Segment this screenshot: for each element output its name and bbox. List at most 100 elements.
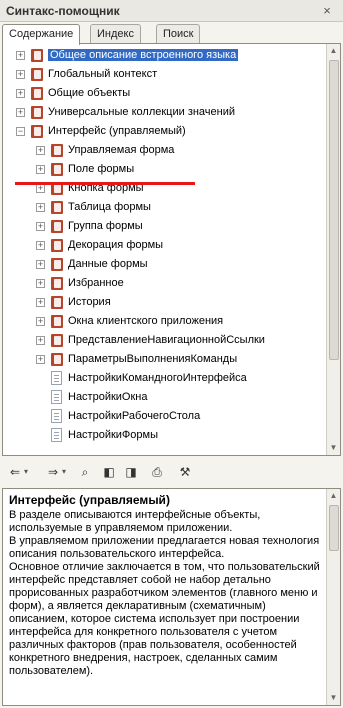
dropdown-arrow-icon[interactable]: ▾	[24, 463, 32, 481]
scroll-up-icon[interactable]: ▲	[327, 44, 340, 58]
title-bar: Синтакс-помощник ×	[0, 0, 343, 22]
tab-contents[interactable]: Содержание	[2, 24, 81, 45]
find-in-tree-icon[interactable]: ⌕	[76, 463, 94, 481]
tree-item[interactable]: + ПараметрыВыполненияКоманды	[3, 351, 325, 369]
description-paragraph: В разделе описываются интерфейсные объек…	[9, 509, 261, 534]
expand-icon[interactable]: +	[36, 260, 45, 269]
print-icon[interactable]: ⎙	[148, 463, 166, 481]
expand-icon[interactable]: +	[36, 241, 45, 250]
tree-item-label: Группа формы	[68, 220, 143, 232]
tree-item-label: ПараметрыВыполненияКоманды	[68, 353, 238, 365]
expand-icon[interactable]: +	[36, 165, 45, 174]
tree-item[interactable]: + Данные формы	[3, 256, 325, 274]
tab-search[interactable]: Поиск	[156, 24, 201, 44]
help-toolbar: ⇐ ▾ ⇒ ▾ ⌕ ◧ ◨ ⎙ ⚒	[2, 458, 341, 486]
book-icon	[51, 315, 63, 328]
expand-icon[interactable]: +	[36, 146, 45, 155]
expand-icon[interactable]: +	[16, 51, 25, 60]
expand-icon[interactable]: +	[36, 355, 45, 364]
page-icon	[51, 390, 62, 404]
scroll-thumb[interactable]	[329, 505, 339, 551]
tree-item[interactable]: + Управляемая форма	[3, 142, 325, 160]
book-icon	[51, 239, 63, 252]
description-title: Интерфейс (управляемый)	[9, 493, 170, 507]
back-icon[interactable]: ⇐	[6, 463, 24, 481]
tree-item[interactable]: НастройкиОкна	[3, 389, 325, 407]
tree-item[interactable]: + Универсальные коллекции значений	[3, 104, 325, 122]
close-icon[interactable]: ×	[319, 3, 335, 19]
expand-icon[interactable]: +	[36, 317, 45, 326]
description-scrollbar[interactable]: ▲ ▼	[326, 489, 340, 705]
scroll-down-icon[interactable]: ▼	[327, 441, 340, 455]
tree-item[interactable]: − Интерфейс (управляемый)	[3, 123, 325, 141]
tree-item-label: НастройкиКомандногоИнтерфейса	[68, 372, 247, 384]
page-icon	[51, 371, 62, 385]
expand-icon[interactable]: +	[16, 89, 25, 98]
tree-item-label: НастройкиОкна	[68, 391, 148, 403]
next-topic-icon[interactable]: ◨	[122, 463, 140, 481]
book-icon	[31, 49, 43, 62]
expand-icon[interactable]: +	[36, 222, 45, 231]
tree-item-label: НастройкиРабочегоСтола	[68, 410, 201, 422]
tree-item-label: Окна клиентского приложения	[68, 315, 224, 327]
tree-item-label: Глобальный контекст	[48, 68, 158, 80]
scroll-up-icon[interactable]: ▲	[327, 489, 340, 503]
tab-strip: Содержание Индекс Поиск	[2, 24, 341, 45]
previous-topic-icon[interactable]: ◧	[100, 463, 118, 481]
tree-item-label: Универсальные коллекции значений	[48, 106, 236, 118]
expand-icon[interactable]: +	[36, 336, 45, 345]
tree-item-label: Поле формы	[68, 163, 135, 175]
tree-item-label: Декорация формы	[68, 239, 164, 251]
page-icon	[51, 409, 62, 423]
tree-item[interactable]: + История	[3, 294, 325, 312]
book-icon	[51, 163, 63, 176]
tree-item-label: ПредставлениеНавигационнойСсылки	[68, 334, 265, 346]
expand-icon[interactable]: +	[16, 70, 25, 79]
book-icon	[31, 106, 43, 119]
tree-item[interactable]: + Глобальный контекст	[3, 66, 325, 84]
contents-tree[interactable]: + Общее описание встроенного языка + Глобал…	[2, 43, 341, 456]
tree-item-label: Данные формы	[68, 258, 148, 270]
topic-description: Интерфейс (управляемый) В разделе описыв…	[2, 488, 341, 706]
scroll-thumb[interactable]	[329, 60, 339, 360]
book-icon	[31, 68, 43, 81]
tree-item[interactable]: + Общие объекты	[3, 85, 325, 103]
description-paragraph: В управляемом приложении предлагается но…	[9, 535, 320, 560]
description-body: В разделе описываются интерфейсные объек…	[9, 509, 321, 678]
tree-item-label: НастройкиФормы	[68, 429, 159, 441]
book-icon	[31, 87, 43, 100]
description-paragraph: Основное отличие заключается в том, что …	[9, 561, 320, 677]
expand-icon[interactable]: +	[36, 298, 45, 307]
settings-icon[interactable]: ⚒	[176, 463, 194, 481]
expand-icon[interactable]: +	[36, 279, 45, 288]
tree-item[interactable]: НастройкиФормы	[3, 427, 325, 445]
tree-item[interactable]: + Общее описание встроенного языка	[3, 47, 325, 65]
forward-icon[interactable]: ⇒	[44, 463, 62, 481]
tree-item[interactable]: + ПредставлениеНавигационнойСсылки	[3, 332, 325, 350]
tree-item[interactable]: + Поле формы	[3, 161, 325, 179]
tree-item[interactable]: НастройкиКомандногоИнтерфейса	[3, 370, 325, 388]
book-icon	[51, 201, 63, 214]
tree-scrollbar[interactable]: ▲ ▼	[326, 44, 340, 455]
collapse-icon[interactable]: −	[16, 127, 25, 136]
book-icon	[51, 353, 63, 366]
expand-icon[interactable]: +	[36, 184, 45, 193]
tree-item[interactable]: + Избранное	[3, 275, 325, 293]
book-icon	[51, 296, 63, 309]
book-icon	[51, 144, 63, 157]
tree-item[interactable]: + Декорация формы	[3, 237, 325, 255]
expand-icon[interactable]: +	[16, 108, 25, 117]
tree-item-label: История	[68, 296, 111, 308]
book-icon	[31, 125, 43, 138]
tree-item[interactable]: + Таблица формы	[3, 199, 325, 217]
book-icon	[51, 220, 63, 233]
dropdown-arrow-icon[interactable]: ▾	[62, 463, 70, 481]
tree-item[interactable]: НастройкиРабочегоСтола	[3, 408, 325, 426]
expand-icon[interactable]: +	[36, 203, 45, 212]
scroll-down-icon[interactable]: ▼	[327, 691, 340, 705]
book-icon	[51, 334, 63, 347]
tree-item[interactable]: + Группа формы	[3, 218, 325, 236]
tab-index[interactable]: Индекс	[90, 24, 141, 44]
tree-item-label: Общие объекты	[48, 87, 131, 99]
tree-item[interactable]: + Окна клиентского приложения	[3, 313, 325, 331]
